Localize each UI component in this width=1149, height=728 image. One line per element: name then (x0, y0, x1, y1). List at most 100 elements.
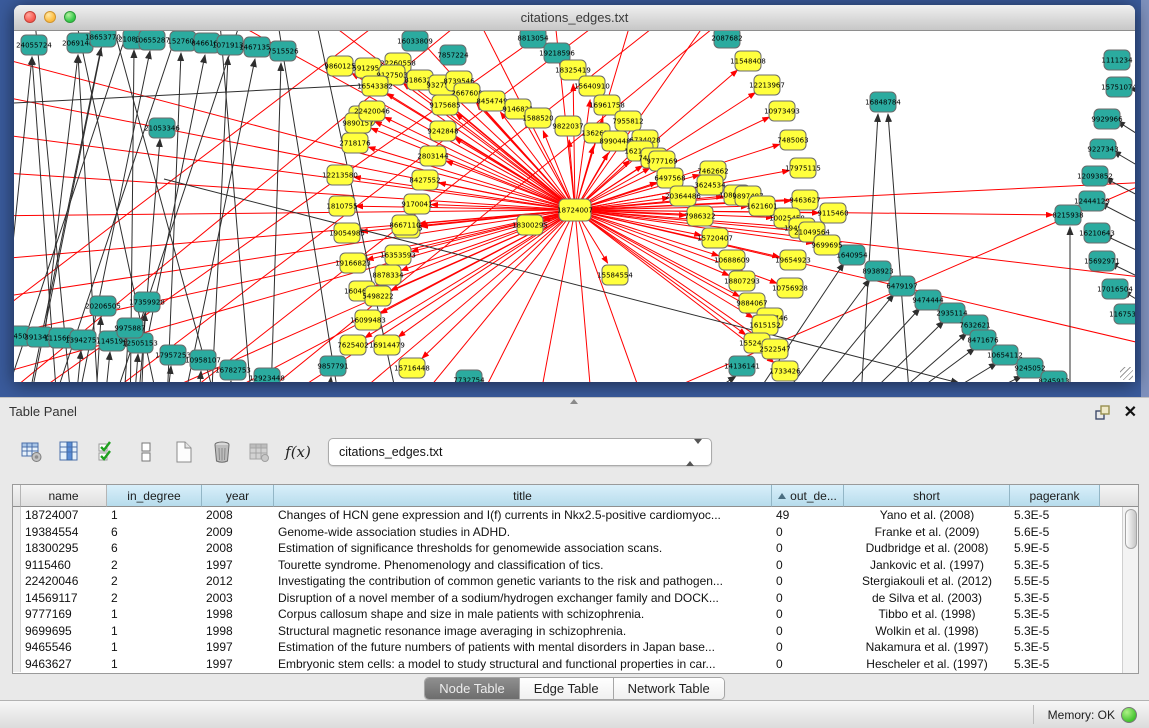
table-cell[interactable]: Franke et al. (2009) (844, 524, 1010, 541)
table-cell[interactable]: Tourette syndrome. Phenomenology and cla… (274, 557, 772, 574)
table-cell[interactable]: Embryonic stem cells: a model to study s… (274, 656, 772, 673)
table-cell[interactable]: Stergiakouli et al. (2012) (844, 573, 1010, 590)
graph-node[interactable]: 20364486 (665, 186, 701, 206)
table-cell[interactable]: Corpus callosum shape and size in male p… (274, 606, 772, 623)
table-row[interactable]: 946362711997Embryonic stem cells: a mode… (13, 656, 1138, 673)
graph-node[interactable]: 12213580 (322, 165, 358, 185)
tab-network-table[interactable]: Network Table (614, 678, 724, 699)
graph-node[interactable]: 8215938 (1052, 205, 1083, 225)
graph-node[interactable]: 6497568 (654, 168, 685, 188)
zoom-button[interactable] (64, 11, 76, 23)
table-cell[interactable]: 0 (772, 524, 844, 541)
graph-node[interactable]: 12213967 (749, 75, 785, 95)
graph-node[interactable]: 12923448 (249, 368, 285, 382)
table-vertical-scrollbar[interactable] (1122, 507, 1138, 673)
table-cell[interactable]: Investigating the contribution of common… (274, 573, 772, 590)
graph-node[interactable]: 8667110 (389, 215, 420, 235)
new-table-button[interactable] (170, 438, 198, 466)
table-cell[interactable]: 18300295 (21, 540, 107, 557)
table-cell[interactable]: Estimation of the future numbers of pati… (274, 639, 772, 656)
table-cell[interactable]: Structural magnetic resonance image aver… (274, 623, 772, 640)
graph-node[interactable]: 9242848 (427, 121, 458, 141)
table-cell[interactable]: 5.3E-5 (1010, 507, 1100, 524)
table-row[interactable]: 946554611997Estimation of the future num… (13, 639, 1138, 656)
table-cell[interactable]: Dudbridge et al. (2008) (844, 540, 1010, 557)
graph-node[interactable]: 1111234 (1101, 50, 1133, 70)
graph-node[interactable]: 9175685 (429, 95, 460, 115)
table-row[interactable]: 1830029562008Estimation of significance … (13, 540, 1138, 557)
table-cell[interactable]: 5.6E-5 (1010, 524, 1100, 541)
graph-node[interactable]: 16353593 (380, 245, 416, 265)
graph-node[interactable]: 19166823 (335, 253, 371, 273)
table-cell[interactable]: Jankovic et al. (1997) (844, 557, 1010, 574)
tab-edge-table[interactable]: Edge Table (520, 678, 614, 699)
table-cell[interactable]: 2 (107, 590, 202, 607)
graph-node[interactable]: 15692971 (1084, 251, 1120, 271)
table-cell[interactable]: 6 (107, 540, 202, 557)
graph-node[interactable]: 7515526 (267, 41, 299, 61)
graph-node[interactable]: 15716448 (394, 358, 430, 378)
table-cell[interactable]: 1 (107, 656, 202, 673)
table-cell[interactable]: 9115460 (21, 557, 107, 574)
graph-node[interactable]: 2522547 (759, 339, 790, 359)
graph-node[interactable]: 8427552 (409, 170, 440, 190)
table-cell[interactable]: 18724007 (21, 507, 107, 524)
graph-node[interactable]: 17359928 (129, 292, 165, 312)
table-cell[interactable]: 0 (772, 606, 844, 623)
graph-node[interactable]: 9975887 (114, 318, 145, 338)
graph-node[interactable]: 8938923 (862, 261, 893, 281)
graph-node[interactable]: 9463627 (789, 190, 820, 210)
graph-node[interactable]: 8878334 (372, 265, 404, 285)
window-resize-grip[interactable] (1120, 367, 1133, 380)
table-cell[interactable]: 2 (107, 573, 202, 590)
column-header-pagerank[interactable]: pagerank (1010, 485, 1100, 507)
table-cell[interactable]: Hescheler et al. (1997) (844, 656, 1010, 673)
minimize-button[interactable] (44, 11, 56, 23)
graph-node[interactable]: 15584554 (597, 265, 633, 285)
table-cell[interactable]: 1998 (202, 606, 274, 623)
table-cell[interactable]: 2008 (202, 540, 274, 557)
table-cell[interactable]: 5.3E-5 (1010, 606, 1100, 623)
table-cell[interactable]: 1997 (202, 656, 274, 673)
graph-node[interactable]: 16033809 (397, 31, 433, 51)
graph-node[interactable]: 7955812 (612, 111, 643, 131)
table-select-dropdown[interactable]: citations_edges.txt (328, 438, 712, 466)
table-cell[interactable]: Estimation of significance thresholds fo… (274, 540, 772, 557)
deselect-all-button[interactable] (132, 438, 160, 466)
window-titlebar[interactable]: citations_edges.txt (14, 5, 1135, 31)
column-header-short[interactable]: short (844, 485, 1010, 507)
graph-node[interactable]: 7857224 (437, 45, 469, 65)
table-cell[interactable]: 49 (772, 507, 844, 524)
table-row[interactable]: 1938455462009Genome-wide association stu… (13, 524, 1138, 541)
graph-node[interactable]: 16848784 (865, 92, 901, 112)
scrollbar-thumb[interactable] (1125, 509, 1137, 549)
delete-table-button[interactable] (208, 438, 236, 466)
table-cell[interactable]: 2003 (202, 590, 274, 607)
graph-node[interactable]: 9699695 (811, 235, 842, 255)
graph-node[interactable]: 7986322 (684, 206, 715, 226)
table-settings-button[interactable] (18, 438, 46, 466)
table-cell[interactable]: Tibbo et al. (1998) (844, 606, 1010, 623)
graph-node[interactable]: 18807293 (724, 271, 760, 291)
graph-node[interactable]: 9115460 (817, 203, 848, 223)
graph-node[interactable]: 19654923 (775, 250, 811, 270)
graph-node-hub[interactable]: 18724007 (557, 199, 593, 221)
graph-node[interactable]: 8245913 (1038, 371, 1069, 382)
graph-node[interactable]: 11548408 (730, 51, 766, 71)
table-cell[interactable]: 0 (772, 656, 844, 673)
table-cell[interactable]: 5.3E-5 (1010, 639, 1100, 656)
function-builder-button[interactable]: f(x) (284, 438, 312, 466)
graph-node[interactable]: 2803144 (417, 146, 449, 166)
table-cell[interactable]: 2009 (202, 524, 274, 541)
graph-node[interactable]: 9857791 (317, 356, 348, 376)
graph-node[interactable]: 6479197 (886, 276, 917, 296)
table-cell[interactable]: Nakamura et al. (1997) (844, 639, 1010, 656)
table-cell[interactable]: 2012 (202, 573, 274, 590)
table-row[interactable]: 911546021997Tourette syndrome. Phenomeno… (13, 557, 1138, 574)
table-cell[interactable]: 5.5E-5 (1010, 573, 1100, 590)
tab-node-table[interactable]: Node Table (425, 678, 520, 699)
graph-node[interactable]: 16210643 (1079, 223, 1115, 243)
table-cell[interactable]: 0 (772, 639, 844, 656)
table-cell[interactable]: Wolkin et al. (1998) (844, 623, 1010, 640)
column-header-in-degree[interactable]: in_degree (107, 485, 202, 507)
